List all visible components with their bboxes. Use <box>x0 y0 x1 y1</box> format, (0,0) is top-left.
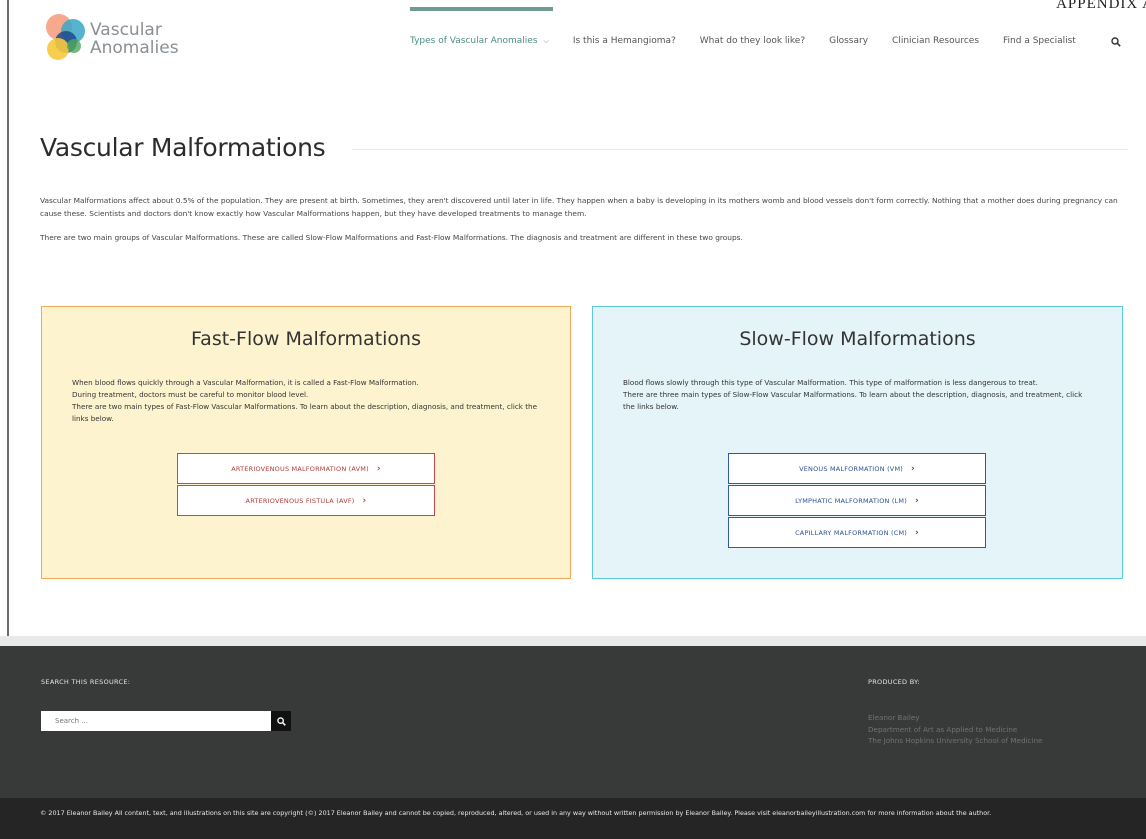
producer-info: Eleanor Bailey Department of Art as Appl… <box>868 712 1042 747</box>
copyright-notice: © 2017 Eleanor Bailey All content, text,… <box>0 798 1146 839</box>
chevron-right-icon: › <box>362 495 367 506</box>
fast-flow-body-3: There are two main types of Fast-Flow Va… <box>72 402 538 423</box>
link-label: VENOUS MALFORMATION (VM) <box>799 464 904 473</box>
link-label: LYMPHATIC MALFORMATION (LM) <box>795 496 907 505</box>
site-logo[interactable]: Vascular Anomalies <box>42 12 192 68</box>
intro-paragraph-1: Vascular Malformations affect about 0.5%… <box>40 196 1118 218</box>
slow-flow-title: Slow-Flow Malformations <box>739 328 976 350</box>
main-nav: Types of Vascular Anomalies ⌵ Is this a … <box>410 36 1100 46</box>
footer-spacer <box>0 636 1146 646</box>
chevron-down-icon: ⌵ <box>543 36 549 45</box>
nav-item-label: Types of Vascular Anomalies <box>410 36 538 46</box>
link-label: CAPILLARY MALFORMATION (CM) <box>795 528 908 537</box>
intro-text: Vascular Malformations affect about 0.5%… <box>40 194 1130 255</box>
producer-department: Department of Art as Applied to Medicine <box>868 724 1018 734</box>
footer-search-input[interactable] <box>41 711 271 731</box>
nav-item-hemangioma[interactable]: Is this a Hemangioma? <box>573 36 676 46</box>
nav-item-look-like[interactable]: What do they look like? <box>700 36 805 46</box>
produced-heading: PRODUCED BY: <box>868 678 921 686</box>
slow-flow-description: Blood flows slowly through this type of … <box>623 377 1093 413</box>
fast-flow-card: Fast-Flow Malformations When blood flows… <box>41 306 571 579</box>
fast-flow-links: ARTERIOVENOUS MALFORMATION (AVM) › ARTER… <box>177 453 435 517</box>
slow-flow-body-1: Blood flows slowly through this type of … <box>623 378 1038 387</box>
nav-item-clinician-resources[interactable]: Clinician Resources <box>892 36 979 46</box>
search-icon[interactable] <box>1111 37 1121 47</box>
producer-school: The Johns Hopkins University School of M… <box>868 736 1043 745</box>
logo-line-1: Vascular <box>90 20 162 40</box>
nav-item-glossary[interactable]: Glossary <box>829 36 868 46</box>
slow-flow-links: VENOUS MALFORMATION (VM) › LYMPHATIC MAL… <box>728 453 986 549</box>
footer-search-button[interactable] <box>271 711 291 731</box>
search-heading: SEARCH THIS RESOURCE: <box>41 678 131 686</box>
chevron-right-icon: › <box>915 527 919 538</box>
slow-flow-body-2: There are three main types of Slow-Flow … <box>623 390 1083 411</box>
link-label: ARTERIOVENOUS MALFORMATION (AVM) <box>231 464 369 473</box>
fast-flow-body-1: When blood flows quickly through a Vascu… <box>72 378 419 387</box>
logo-text: Vascular Anomalies <box>90 21 179 57</box>
lm-link-button[interactable]: LYMPHATIC MALFORMATION (LM) › <box>728 485 986 516</box>
logo-icon <box>46 14 85 60</box>
fast-flow-description: When blood flows quickly through a Vascu… <box>72 377 542 425</box>
left-edge-rule <box>7 0 9 640</box>
nav-item-types[interactable]: Types of Vascular Anomalies ⌵ <box>410 36 549 46</box>
active-nav-indicator <box>410 7 553 11</box>
intro-paragraph-2: There are two main groups of Vascular Ma… <box>40 233 743 242</box>
avm-link-button[interactable]: ARTERIOVENOUS MALFORMATION (AVM) › <box>177 453 435 484</box>
cm-link-button[interactable]: CAPILLARY MALFORMATION (CM) › <box>728 517 986 548</box>
page-title: Vascular Malformations <box>40 133 326 162</box>
chevron-right-icon: › <box>914 495 919 506</box>
chevron-right-icon: › <box>376 463 381 474</box>
vm-link-button[interactable]: VENOUS MALFORMATION (VM) › <box>728 453 986 484</box>
producer-name: Eleanor Bailey <box>868 713 920 722</box>
appendix-label: APPENDIX A <box>1056 0 1146 12</box>
avf-link-button[interactable]: ARTERIOVENOUS FISTULA (AVF) › <box>177 485 435 516</box>
title-divider <box>352 149 1128 150</box>
chevron-right-icon: › <box>911 463 915 474</box>
slow-flow-card: Slow-Flow Malformations Blood flows slow… <box>592 306 1123 579</box>
fast-flow-body-2: During treatment, doctors must be carefu… <box>72 390 309 399</box>
logo-line-2: Anomalies <box>90 38 179 58</box>
link-label: ARTERIOVENOUS FISTULA (AVF) <box>245 496 355 505</box>
fast-flow-title: Fast-Flow Malformations <box>191 328 421 350</box>
nav-item-find-specialist[interactable]: Find a Specialist <box>1003 36 1076 46</box>
search-icon <box>276 716 286 726</box>
